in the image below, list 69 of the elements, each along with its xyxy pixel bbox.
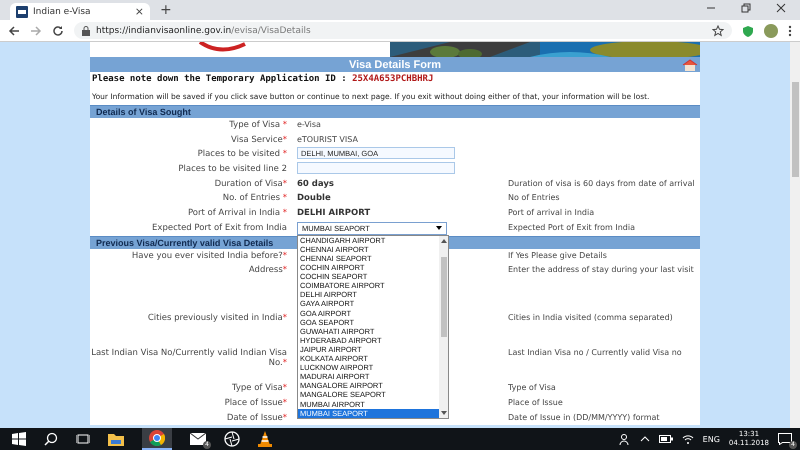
field-hint: If Yes Please give Details	[508, 250, 608, 260]
browser-tab[interactable]: Indian e-Visa ×	[10, 3, 150, 20]
section-header: Details of Visa Sought	[90, 105, 700, 118]
field-label: Address*	[248, 264, 287, 276]
field-hint: Last Indian Visa no / Currently valid Visa no	[508, 347, 683, 358]
task-view-icon[interactable]	[76, 432, 90, 446]
tab-title: Indian e-Visa	[33, 6, 92, 16]
home-icon[interactable]	[682, 59, 698, 71]
search-icon[interactable]	[44, 432, 58, 446]
reload-icon[interactable]	[52, 24, 64, 36]
field-label: No. of Entries *	[222, 192, 287, 204]
close-icon[interactable]	[776, 3, 786, 13]
field-value: DELHI AIRPORT	[297, 207, 372, 218]
field-hint: No of Entries	[508, 192, 561, 202]
field-label: Duration of Visa*	[214, 178, 287, 189]
site-icon	[16, 6, 28, 18]
close-tab-button[interactable]: ×	[134, 5, 144, 18]
field-hint: Duration of visa is 60 days from date of arrival	[508, 178, 696, 188]
application-id-note: Please note down the Temporary Application ID : 25X4A653PCHBHRJ	[91, 72, 434, 84]
field-hint: Expected Port of Exit from India	[508, 222, 636, 232]
field-label: Type of Visa*	[231, 382, 287, 394]
mail-icon[interactable]	[190, 433, 206, 445]
field-value: Double	[297, 192, 332, 204]
field-label: Have you ever visited India before?*	[130, 250, 287, 260]
field-label: Visa Service*	[230, 134, 287, 145]
field-value: eTOURIST VISA	[297, 134, 359, 144]
language-indicator[interactable]: ENG	[702, 434, 720, 444]
menu-icon[interactable]	[788, 24, 792, 36]
field-hint: Port of arrival in India	[508, 207, 596, 218]
avatar-icon[interactable]	[764, 24, 778, 38]
folder-icon[interactable]	[108, 432, 124, 446]
traffic-cone-icon[interactable]	[258, 431, 272, 447]
chrome-icon[interactable]	[149, 430, 165, 446]
battery-icon[interactable]	[658, 435, 673, 443]
page-scrollbar[interactable]	[790, 42, 800, 428]
address-field[interactable]: https://indianvisaonline.gov.in/evisa/VisaDetails	[74, 22, 732, 39]
input-field[interactable]	[297, 162, 455, 174]
field-hint: Cities in India visited (comma separated)	[508, 312, 674, 322]
dropdown-arrow-icon	[436, 226, 442, 230]
field-value: 60 days	[297, 178, 335, 189]
field-value: e-Visa	[297, 119, 322, 129]
field-label: Cities previously visited in India*	[146, 312, 287, 324]
field-hint: Place of Issue	[508, 396, 564, 407]
scroll-up-icon[interactable]	[440, 236, 448, 245]
field-label: Place of Issue*	[224, 396, 287, 408]
people-icon[interactable]	[618, 433, 631, 445]
field-label: Type of Visa *	[228, 119, 287, 130]
bookmark-star-icon[interactable]	[712, 24, 724, 36]
field-label: Places to be visited *	[196, 148, 287, 160]
restore-icon[interactable]	[741, 3, 751, 13]
windows-start-icon[interactable]	[12, 432, 26, 446]
scrollbar-thumb[interactable]	[440, 256, 446, 337]
back-arrow-icon[interactable]	[8, 24, 20, 36]
field-hint: Date of Issue in (DD/MM/YYYY) format	[508, 412, 661, 422]
field-label: Places to be visited line 2	[177, 163, 287, 174]
field-label: Last Indian Visa No/Currently valid Indian Visa No.*	[90, 347, 287, 368]
field-hint: Type of Visa	[508, 382, 557, 392]
new-tab-button[interactable]: +	[160, 2, 172, 19]
lock-icon	[82, 26, 90, 36]
aperture-icon[interactable]	[224, 431, 240, 447]
notification-icon[interactable]	[778, 433, 792, 445]
field-label: Expected Port of Exit from India	[151, 222, 287, 233]
form-title: Visa Details Form	[348, 58, 442, 70]
field-label: Port of Arrival in India *	[186, 207, 287, 218]
caret-icon[interactable]	[640, 436, 650, 442]
wifi-icon[interactable]	[682, 434, 694, 444]
field-label: Date of Issue*	[226, 412, 287, 423]
shield-icon[interactable]	[742, 24, 754, 36]
field-hint: Enter the address of stay during your last visit	[508, 264, 695, 274]
